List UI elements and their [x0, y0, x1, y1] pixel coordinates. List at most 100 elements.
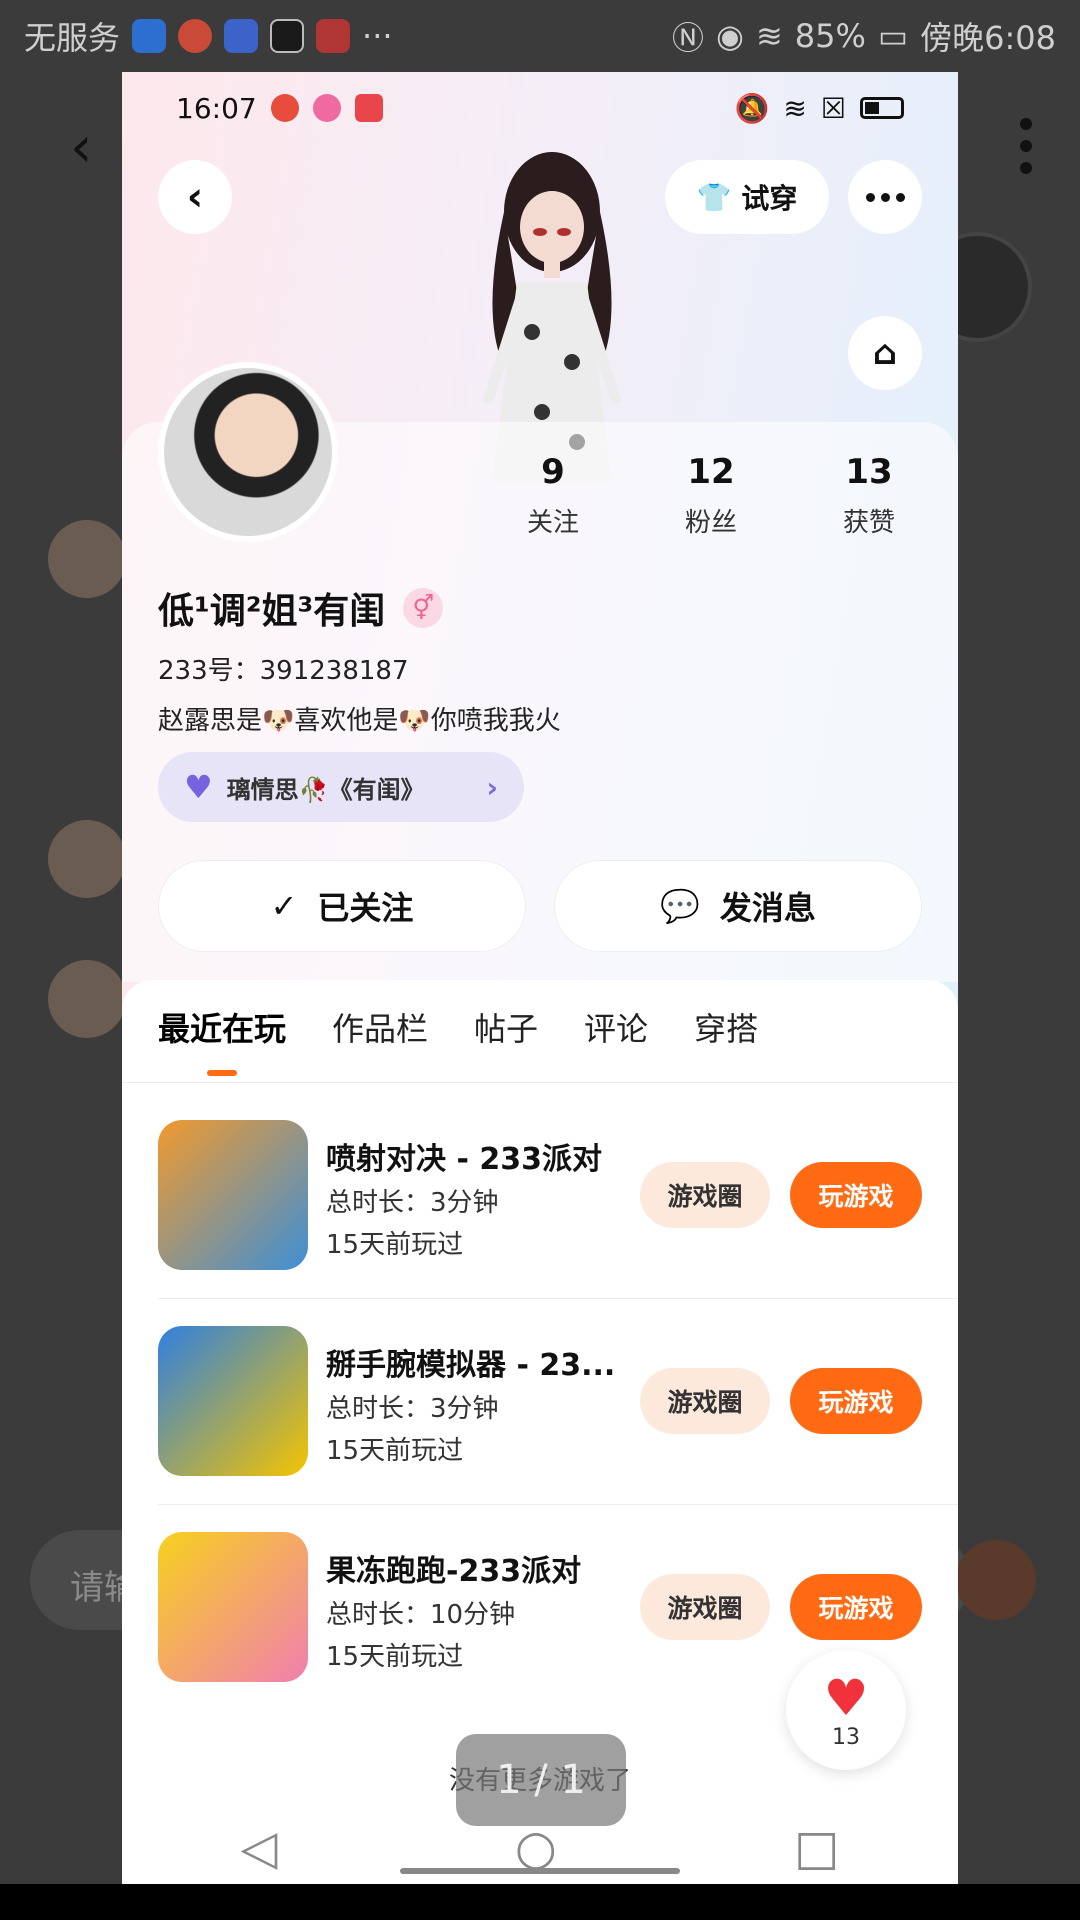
wifi-icon: ≋ — [755, 17, 783, 55]
tab-comments[interactable]: 评论 — [584, 1004, 648, 1050]
following-label: 关注 — [526, 508, 579, 538]
user-name: 低¹调²姐³有闺 — [158, 591, 386, 632]
huawei-app-icon — [316, 19, 351, 53]
stat-followers[interactable]: 12 粉丝 — [656, 452, 766, 539]
play-game-button[interactable]: 玩游戏 — [790, 1368, 922, 1434]
shield-app-icon — [132, 19, 167, 53]
more-dots-icon — [865, 192, 905, 202]
nav-back-icon[interactable]: ◁ — [241, 1820, 278, 1876]
stat-following[interactable]: 9 关注 — [498, 452, 608, 539]
battery-icon — [860, 97, 904, 119]
try-on-label: 试穿 — [741, 182, 798, 215]
game-duration: 总时长：3分钟 — [326, 1188, 499, 1218]
outer-time: 傍晚6:08 — [920, 19, 1056, 57]
app-mini-icon — [312, 94, 341, 122]
more-button[interactable] — [848, 160, 922, 234]
play-game-button[interactable]: 玩游戏 — [790, 1162, 922, 1228]
outer-status-bar: 无服务 ··· Ⓝ ◉ ≋ 85% ▭ 傍晚6:08 — [0, 0, 1080, 72]
tab-recently-played[interactable]: 最近在玩 — [158, 1004, 286, 1050]
outer-more-icon[interactable] — [1020, 118, 1032, 184]
game-item[interactable]: 掰手腕模拟器 - 23... 总时长：3分钟 15天前玩过 游戏圈 玩游戏 — [158, 1326, 922, 1476]
likes-count: 13 — [845, 452, 893, 492]
chevron-left-icon: ‹ — [186, 174, 204, 220]
stat-likes[interactable]: 13 获赞 — [814, 452, 924, 539]
tabs-divider — [122, 1082, 958, 1083]
send-message-button[interactable]: 💬 发消息 — [554, 860, 922, 952]
home-icon: ⌂ — [872, 333, 898, 373]
following-count: 9 — [541, 452, 565, 492]
profile-screen: 16:07 🔕 ≋ ☒ ‹ 👕 试穿 ⌂ 9 关注 12 粉丝 13 获赞 低¹… — [122, 72, 958, 1884]
capcut-app-icon — [270, 19, 305, 53]
back-button[interactable]: ‹ — [158, 160, 232, 234]
wifi-icon: ≋ — [783, 91, 807, 125]
game-last-played: 15天前玩过 — [326, 1642, 464, 1672]
tab-outfits[interactable]: 穿搭 — [694, 1004, 758, 1050]
game-last-played: 15天前玩过 — [326, 1230, 464, 1260]
user-name-row: 低¹调²姐³有闺 ⚥ — [158, 582, 444, 634]
gender-icon: ⚥ — [403, 588, 444, 628]
game-icon — [158, 1120, 308, 1270]
home-indicator-bar[interactable] — [400, 1868, 680, 1874]
followers-label: 粉丝 — [684, 508, 737, 538]
eye-icon: ◉ — [716, 17, 744, 55]
nav-recents-icon[interactable]: □ — [794, 1820, 839, 1876]
game-circle-button[interactable]: 游戏圈 — [640, 1368, 770, 1434]
outer-chat-avatar — [48, 960, 126, 1038]
red-app-icon — [178, 19, 213, 53]
chevron-right-icon: › — [486, 770, 498, 804]
record-mini-icon — [354, 94, 383, 122]
list-divider — [158, 1298, 958, 1299]
likes-label: 获赞 — [842, 508, 895, 538]
game-item[interactable]: 喷射对决 - 233派对 总时长：3分钟 15天前玩过 游戏圈 玩游戏 — [158, 1120, 922, 1270]
outer-back-icon[interactable]: ‹ — [70, 115, 92, 180]
game-duration: 总时长：3分钟 — [326, 1394, 499, 1424]
followed-button[interactable]: ✓ 已关注 — [158, 860, 526, 952]
baidu-mini-icon — [270, 94, 299, 122]
try-on-button[interactable]: 👕 试穿 — [665, 160, 829, 234]
like-count: 13 — [832, 1724, 860, 1750]
carrier-text: 无服务 — [24, 19, 121, 57]
game-title: 喷射对决 - 233派对 — [326, 1142, 602, 1177]
relationship-label: 璃情思🥀《有闺》 — [226, 775, 425, 804]
game-circle-button[interactable]: 游戏圈 — [640, 1574, 770, 1640]
phone-time: 16:07 — [176, 91, 257, 125]
play-game-button[interactable]: 玩游戏 — [790, 1574, 922, 1640]
tab-works[interactable]: 作品栏 — [332, 1004, 428, 1050]
game-duration: 总时长：10分钟 — [326, 1600, 516, 1630]
heart-icon: ♥ — [184, 768, 213, 806]
outer-chat-avatar — [48, 820, 126, 898]
battery-percent: 85% — [794, 17, 866, 55]
game-item[interactable]: 果冻跑跑-233派对 总时长：10分钟 15天前玩过 游戏圈 玩游戏 — [158, 1532, 922, 1682]
game-icon — [158, 1326, 308, 1476]
relationship-pill[interactable]: ♥ 璃情思🥀《有闺》 › — [158, 752, 524, 822]
chat-bubble-icon: 💬 — [660, 887, 700, 925]
game-circle-button[interactable]: 游戏圈 — [640, 1162, 770, 1228]
user-bio: 赵露思是🐶喜欢他是🐶你喷我我火 — [158, 706, 561, 736]
followers-count: 12 — [687, 452, 735, 492]
outer-chat-avatar — [48, 520, 126, 598]
followed-label: 已关注 — [317, 889, 414, 927]
shirt-icon: 👕 — [696, 180, 732, 214]
heart-icon: ♥ — [823, 1668, 869, 1727]
user-id: 233号：391238187 — [158, 656, 409, 686]
mute-icon: 🔕 — [734, 91, 770, 125]
send-message-label: 发消息 — [719, 889, 816, 927]
game-title: 掰手腕模拟器 - 23... — [326, 1348, 616, 1383]
tab-posts[interactable]: 帖子 — [474, 1004, 538, 1050]
check-icon: ✓ — [270, 887, 298, 925]
baidu-app-icon — [224, 19, 259, 53]
outer-send-button[interactable] — [956, 1540, 1036, 1620]
game-last-played: 15天前玩过 — [326, 1436, 464, 1466]
game-icon — [158, 1532, 308, 1682]
more-notifications-icon: ··· — [362, 17, 393, 55]
like-button[interactable]: ♥ 13 — [786, 1650, 906, 1770]
list-divider — [158, 1504, 958, 1505]
phone-status-bar: 16:07 🔕 ≋ ☒ — [122, 72, 958, 144]
sim-icon: ☒ — [820, 91, 846, 125]
game-title: 果冻跑跑-233派对 — [326, 1554, 582, 1589]
home-button[interactable]: ⌂ — [848, 316, 922, 390]
outer-bottom-bar — [0, 1884, 1080, 1920]
user-avatar[interactable] — [158, 362, 338, 542]
nfc-icon: Ⓝ — [672, 19, 705, 57]
profile-tabs: 最近在玩 作品栏 帖子 评论 穿搭 — [158, 1004, 758, 1050]
